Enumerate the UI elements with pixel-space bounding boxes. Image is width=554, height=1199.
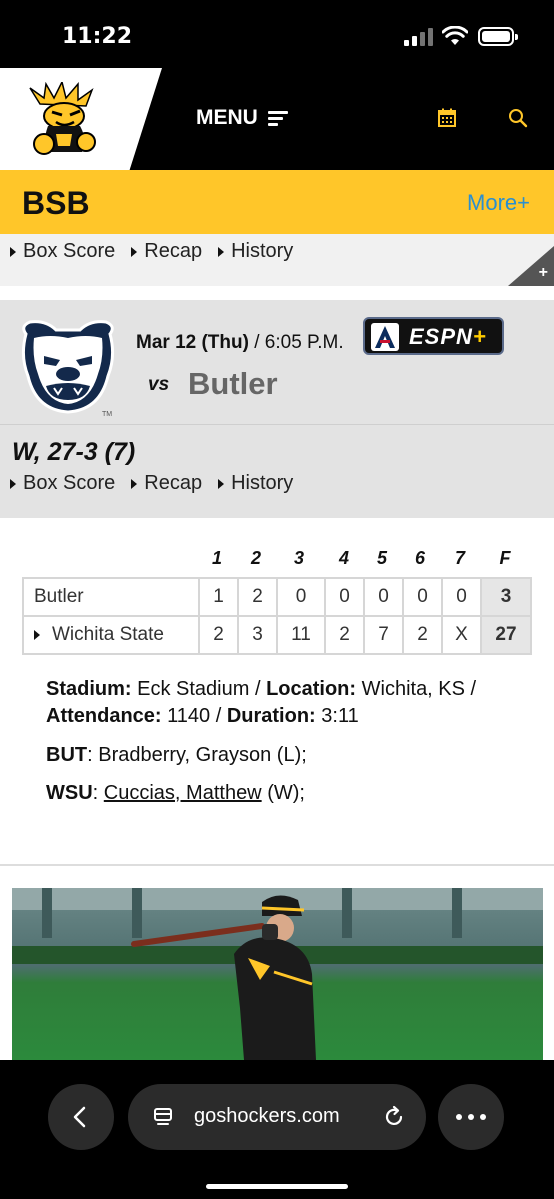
search-icon[interactable]	[508, 108, 528, 128]
butler-pitchers: BUT: Bradberry, Grayson (L);	[46, 744, 307, 766]
game-result: W, 27-3 (7)	[12, 438, 136, 466]
plus-icon: +	[538, 264, 548, 281]
calendar-icon[interactable]	[437, 108, 457, 128]
photo-area	[0, 866, 554, 1060]
inning-header: 7	[454, 548, 465, 568]
inning-score: 0	[363, 577, 404, 617]
wifi-icon	[442, 26, 468, 45]
site-header: MENU	[0, 68, 554, 170]
inning-header: 1	[211, 548, 222, 568]
browser-toolbar: goshockers.com	[0, 1060, 554, 1199]
inning-score: X	[441, 615, 482, 655]
opponent-name: Butler	[188, 366, 278, 401]
inning-header: 3	[293, 548, 304, 568]
menu-button[interactable]: MENU	[196, 106, 288, 130]
linescore-table: Butler 1 2 0 0 0 0 0 3 Wichita State 2 3…	[22, 577, 532, 655]
inning-score: 2	[237, 577, 278, 617]
espn-plus-badge[interactable]: ESPN+	[363, 317, 504, 355]
inning-score: 7	[363, 615, 404, 655]
url-text: goshockers.com	[194, 1105, 340, 1127]
table-row: Wichita State 2 3 11 2 7 2 X 27	[22, 615, 532, 655]
team-name-cell[interactable]: Wichita State	[22, 615, 200, 655]
wushock-logo-icon	[29, 82, 96, 155]
svg-text:TM: TM	[102, 411, 112, 418]
aac-logo-icon	[371, 323, 399, 351]
inning-score: 2	[402, 615, 443, 655]
address-bar[interactable]: goshockers.com	[128, 1084, 426, 1150]
page-settings-icon[interactable]	[152, 1106, 174, 1128]
game-photo[interactable]	[12, 888, 543, 1060]
recap-link[interactable]: Recap	[131, 240, 202, 263]
inning-score: 2	[324, 615, 365, 655]
inning-header: 4	[338, 548, 349, 568]
inning-header: 6	[414, 548, 425, 568]
back-button[interactable]	[48, 1084, 114, 1150]
final-header: F	[499, 548, 511, 568]
team-name: Wichita State	[52, 624, 164, 645]
section-title: BSB	[22, 185, 90, 221]
recap-link[interactable]: Recap	[131, 472, 202, 495]
battery-icon	[478, 27, 518, 46]
caret-right-icon	[34, 630, 40, 640]
caret-right-icon	[131, 478, 138, 489]
game-panel: TM Mar 12 (Thu) / 6:05 P.M. ESPN+ vs But…	[0, 300, 554, 518]
team-name: Butler	[22, 577, 200, 617]
inning-header: 2	[250, 548, 261, 568]
espn-logo-icon: ESPN+	[409, 324, 487, 349]
game-links: Box Score Recap History	[10, 472, 293, 495]
inning-score: 0	[276, 577, 326, 617]
inning-score: 0	[402, 577, 443, 617]
vs-label: vs	[148, 374, 170, 395]
home-indicator[interactable]	[206, 1184, 348, 1189]
chevron-left-icon	[73, 1106, 86, 1128]
inning-score: 2	[198, 615, 239, 655]
previous-game-strip: Box Score Recap History +	[0, 234, 554, 286]
more-link[interactable]: More+	[467, 190, 530, 216]
game-details: 1 2 3 4 5 6 7 F Butler 1 2 0 0 0 0 0 3 W…	[0, 518, 554, 866]
signal-icon	[404, 28, 434, 46]
expand-button[interactable]: +	[508, 246, 554, 286]
box-score-link[interactable]: Box Score	[10, 240, 115, 263]
ellipsis-icon	[456, 1114, 486, 1120]
history-link[interactable]: History	[218, 472, 293, 495]
reload-icon[interactable]	[382, 1105, 406, 1129]
history-link[interactable]: History	[218, 240, 293, 263]
previous-game-links: Box Score Recap History	[10, 240, 293, 263]
wsu-pitchers: WSU: Cuccias, Matthew (W);	[46, 782, 305, 804]
clock: 11:22	[62, 24, 133, 49]
butler-bulldog-logo-icon: TM	[21, 320, 115, 418]
game-info: Stadium: Eck Stadium / Location: Wichita…	[46, 678, 477, 727]
status-bar: 11:22	[0, 0, 554, 68]
more-options-button[interactable]	[438, 1084, 504, 1150]
hamburger-icon	[267, 110, 288, 126]
inning-header: 5	[376, 548, 387, 568]
table-row: Butler 1 2 0 0 0 0 0 3	[22, 577, 532, 617]
caret-right-icon	[218, 478, 225, 489]
game-date: Mar 12 (Thu) / 6:05 P.M.	[136, 332, 344, 353]
section-bar: BSB More+	[0, 170, 554, 234]
menu-label: MENU	[196, 106, 258, 129]
inning-score: 0	[324, 577, 365, 617]
box-score-link[interactable]: Box Score	[10, 472, 115, 495]
caret-right-icon	[218, 246, 225, 257]
inning-score: 1	[198, 577, 239, 617]
inning-score: 11	[276, 615, 326, 655]
logo-link[interactable]	[0, 68, 162, 170]
inning-score: 0	[441, 577, 482, 617]
player-link[interactable]: Cuccias, Matthew	[104, 782, 262, 804]
caret-right-icon	[10, 246, 16, 257]
inning-score: 3	[237, 615, 278, 655]
final-score: 27	[480, 615, 532, 655]
caret-right-icon	[10, 478, 16, 489]
final-score: 3	[480, 577, 532, 617]
caret-right-icon	[131, 246, 138, 257]
